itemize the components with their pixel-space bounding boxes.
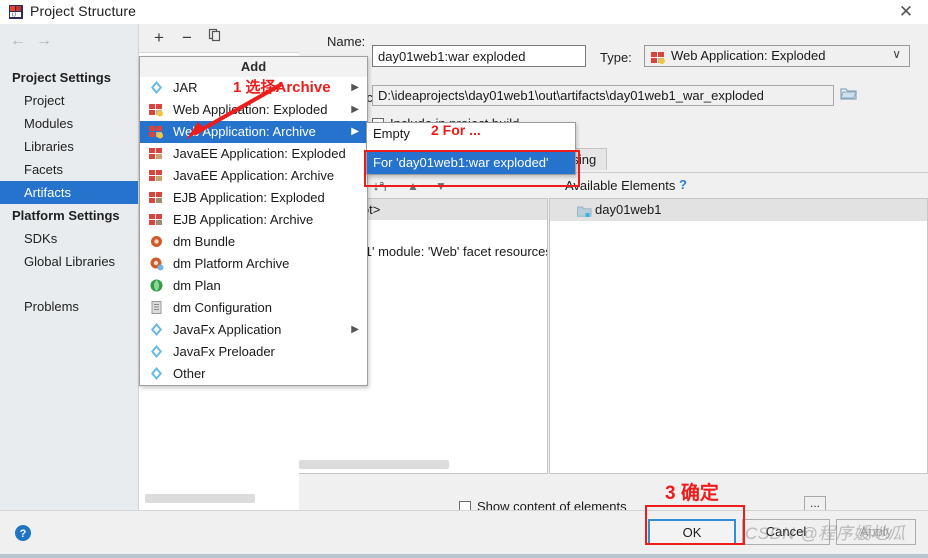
artifacts-toolbar: + − <box>139 24 299 52</box>
chevron-right-icon: ▶ <box>351 324 359 335</box>
sidebar-item-modules[interactable]: Modules <box>0 112 138 135</box>
submenu-item-for-artifact[interactable]: For 'day01web1:war exploded' <box>367 152 575 174</box>
sidebar-group-platform-settings: Platform Settings <box>12 208 120 223</box>
sort-icon[interactable]: ↓ᵃᵣ <box>369 176 391 196</box>
artifact-name-input[interactable]: day01web1:war exploded <box>372 45 586 67</box>
folder-browse-icon[interactable] <box>840 86 858 102</box>
annotation-step-2: 2 For ... <box>431 122 481 138</box>
svg-text:?: ? <box>20 528 27 540</box>
help-icon[interactable]: ? <box>679 177 687 192</box>
menu-item-ejb-application-exploded[interactable]: EJB Application: Exploded <box>140 187 367 209</box>
chevron-down-icon: ∨ <box>892 47 901 61</box>
web-application-icon <box>650 49 666 68</box>
menu-item-label: JavaEE Application: Exploded <box>173 146 346 161</box>
menu-item-label: JavaEE Application: Archive <box>173 168 335 183</box>
output-directory-input[interactable]: D:\ideaprojects\day01web1\out\artifacts\… <box>372 85 834 106</box>
window-bottom-edge <box>0 554 928 558</box>
help-icon[interactable]: ? <box>14 524 32 542</box>
type-label: Type: <box>600 50 632 65</box>
idea-app-icon: IJ <box>8 4 24 20</box>
move-down-icon[interactable]: ▼ <box>431 176 451 196</box>
available-elements-title: Available Elements <box>565 178 676 193</box>
available-elements-list[interactable]: day01web1 <box>549 198 928 474</box>
move-up-icon[interactable]: ▲ <box>403 176 423 196</box>
menu-item-dm-plan[interactable]: dm Plan <box>140 275 367 297</box>
artifact-details: Name: day01web1:war exploded Type: Web A… <box>299 24 928 516</box>
name-label: Name: <box>327 34 366 49</box>
menu-item-label: JavaFx Application <box>173 322 282 337</box>
add-artifact-icon[interactable]: + <box>149 28 169 48</box>
annotation-step-1: 1 选择Archive <box>233 79 331 96</box>
annotation-step-3: 3 确定 <box>665 483 719 504</box>
chevron-right-icon: ▶ <box>351 82 359 93</box>
menu-item-other[interactable]: Other <box>140 363 367 385</box>
menu-item-label: dm Configuration <box>173 300 272 315</box>
chevron-right-icon: ▶ <box>351 126 359 137</box>
output-layout-scrollbar[interactable] <box>299 460 449 469</box>
available-elements-header: Available Elements ? <box>549 172 928 199</box>
chevron-right-icon: ▶ <box>351 104 359 115</box>
artifact-type-value: Web Application: Exploded <box>671 48 826 63</box>
svg-text:IJ: IJ <box>12 13 16 19</box>
menu-item-label: dm Plan <box>173 278 221 293</box>
watermark: CSDN @程序媛地瓜 <box>745 524 906 543</box>
sidebar-group-project-settings: Project Settings <box>12 70 111 85</box>
menu-item-dm-configuration[interactable]: dm Configuration <box>140 297 367 319</box>
menu-item-javafx-application[interactable]: JavaFx Application ▶ <box>140 319 367 341</box>
sidebar-item-facets[interactable]: Facets <box>0 158 138 181</box>
menu-item-label: dm Platform Archive <box>173 256 290 271</box>
title-bar: IJ Project Structure ✕ <box>0 0 928 24</box>
artifact-list-scrollbar[interactable] <box>145 494 255 503</box>
window-title: Project Structure <box>30 3 136 19</box>
other-icon <box>149 366 164 388</box>
menu-item-label: Other <box>173 366 206 381</box>
copy-artifact-icon[interactable] <box>205 28 225 48</box>
sidebar-item-artifacts[interactable]: Artifacts <box>0 181 138 204</box>
menu-item-javaee-application-exploded[interactable]: JavaEE Application: Exploded <box>140 143 367 165</box>
menu-item-label: JavaFx Preloader <box>173 344 275 359</box>
nav-arrows: ←→ <box>10 32 62 50</box>
artifact-type-select[interactable]: Web Application: Exploded ∨ <box>644 45 910 67</box>
settings-sidebar: ←→ Project Settings Project Modules Libr… <box>0 24 139 510</box>
available-element-label: day01web1 <box>595 202 662 217</box>
back-icon[interactable]: ← <box>10 32 36 49</box>
module-folder-icon <box>577 203 592 225</box>
sidebar-item-sdks[interactable]: SDKs <box>0 227 138 250</box>
menu-item-label: dm Bundle <box>173 234 236 249</box>
project-structure-dialog: IJ Project Structure ✕ ←→ Project Settin… <box>0 0 928 558</box>
add-menu-title: Add <box>140 57 367 77</box>
close-icon[interactable]: ✕ <box>896 2 916 22</box>
menu-item-javaee-application-archive[interactable]: JavaEE Application: Archive <box>140 165 367 187</box>
menu-item-label: EJB Application: Archive <box>173 212 314 227</box>
menu-item-label: EJB Application: Exploded <box>173 190 325 205</box>
sidebar-item-problems[interactable]: Problems <box>0 295 138 318</box>
menu-item-dm-bundle[interactable]: dm Bundle <box>140 231 367 253</box>
menu-item-ejb-application-archive[interactable]: EJB Application: Archive <box>140 209 367 231</box>
sidebar-list: Project Settings Project Modules Librari… <box>0 66 138 318</box>
sidebar-item-project[interactable]: Project <box>0 89 138 112</box>
menu-item-javafx-preloader[interactable]: JavaFx Preloader <box>140 341 367 363</box>
submenu-separator <box>367 145 575 152</box>
ok-button[interactable]: OK <box>648 519 736 545</box>
menu-item-dm-platform-archive[interactable]: dm Platform Archive <box>140 253 367 275</box>
sidebar-item-libraries[interactable]: Libraries <box>0 135 138 158</box>
list-item[interactable]: day01web1 <box>550 199 927 221</box>
sidebar-item-global-libraries[interactable]: Global Libraries <box>0 250 138 273</box>
remove-artifact-icon[interactable]: − <box>177 28 197 48</box>
forward-icon[interactable]: → <box>36 32 62 49</box>
